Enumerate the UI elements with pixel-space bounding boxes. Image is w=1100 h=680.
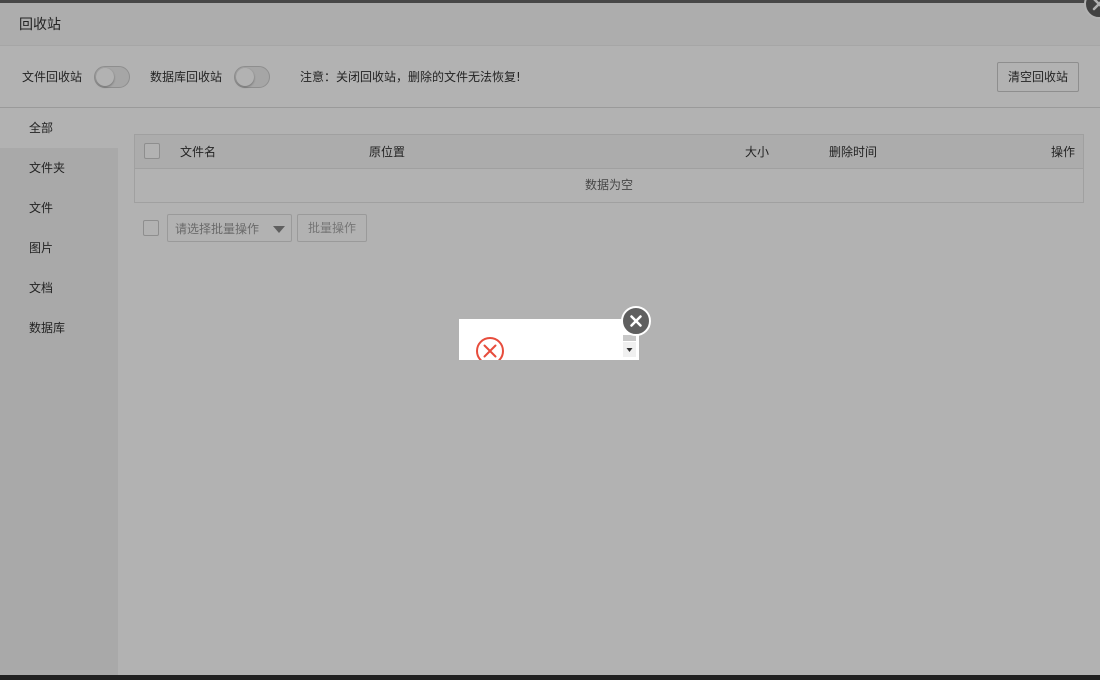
- close-icon: [630, 315, 642, 327]
- popup-close-icon[interactable]: [621, 306, 651, 336]
- error-popup: [459, 319, 639, 360]
- popup-scrollbar[interactable]: [623, 335, 636, 357]
- error-circle-icon: [476, 337, 504, 360]
